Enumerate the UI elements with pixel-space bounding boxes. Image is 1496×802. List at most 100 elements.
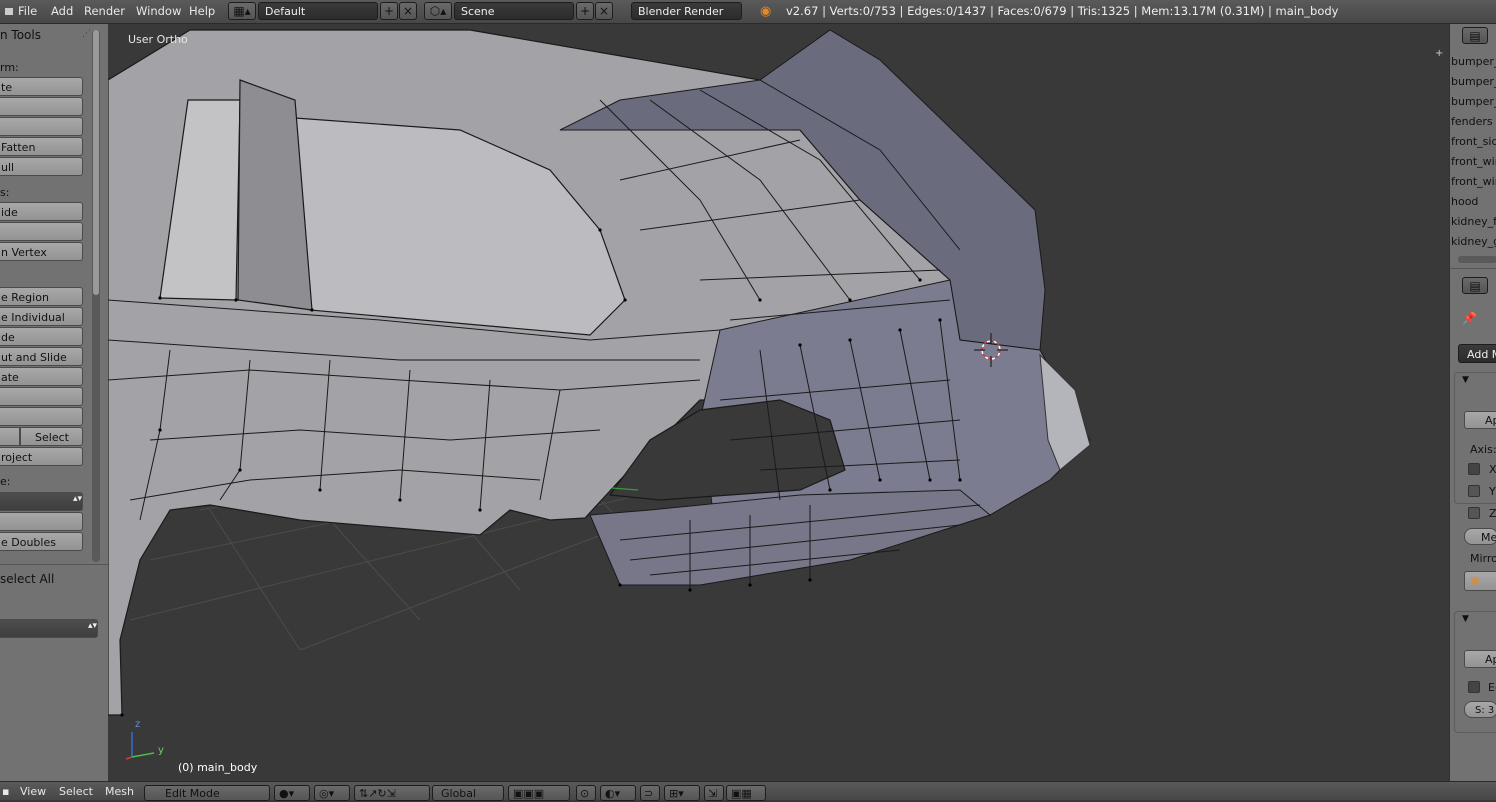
knife-project-button[interactable]: roject: [0, 447, 83, 466]
extrude-region-button[interactable]: e Region: [0, 287, 83, 306]
shrink-fatten-button[interactable]: Fatten: [0, 137, 83, 156]
smooth-vertex-button[interactable]: n Vertex: [0, 242, 83, 261]
tool-button[interactable]: te: [0, 77, 83, 96]
outliner-item[interactable]: front_win: [1451, 155, 1496, 168]
menu-view[interactable]: View: [20, 782, 46, 800]
edit-mode-label: Ec: [1488, 681, 1496, 694]
view-label: User Ortho: [128, 33, 188, 46]
properties-editor-type-icon[interactable]: ▤: [1462, 277, 1488, 294]
tool-button[interactable]: [0, 512, 83, 531]
scene-stats: v2.67 | Verts:0/753 | Edges:0/1437 | Fac…: [786, 4, 1339, 18]
tool-shelf-scrollbar-track[interactable]: [92, 30, 100, 562]
apply-button[interactable]: Ap: [1464, 411, 1496, 429]
right-panels: ▤ bumper_l bumper_r bumper_s fenders fro…: [1449, 24, 1496, 781]
axis-label: Axis:: [1470, 443, 1496, 456]
tool-button[interactable]: [0, 222, 83, 241]
pin-icon[interactable]: 📌: [1462, 311, 1477, 325]
axis-z-label: z: [135, 719, 141, 730]
editor-type-icon[interactable]: ▪: [2, 782, 9, 800]
operator-title: select All: [0, 572, 55, 586]
tool-button[interactable]: [0, 407, 83, 426]
menu-window[interactable]: Window: [136, 0, 181, 23]
menu-select[interactable]: Select: [59, 782, 93, 800]
collapse-arrow-icon[interactable]: ▼: [1462, 375, 1469, 385]
outliner-item[interactable]: bumper_s: [1451, 95, 1496, 108]
divider: [0, 564, 108, 565]
axis-y-checkbox[interactable]: [1468, 485, 1480, 497]
menu-help[interactable]: Help: [189, 0, 215, 23]
menu-mesh[interactable]: Mesh: [105, 782, 134, 800]
axis-y-label: Y: [1489, 485, 1496, 498]
dropdown-arrows-icon: ▴▾: [88, 621, 98, 631]
extrude-individual-button[interactable]: e Individual: [0, 307, 83, 326]
blender-logo-icon: ◉: [760, 4, 772, 19]
properties-toggle-icon[interactable]: +: [1435, 48, 1443, 59]
slide-button[interactable]: ide: [0, 202, 83, 221]
outliner-editor-type-icon[interactable]: ▤: [1462, 27, 1488, 44]
collapse-arrow-icon[interactable]: ▼: [1462, 614, 1469, 624]
scene-field[interactable]: Scene: [454, 2, 574, 20]
outliner-item[interactable]: front_win: [1451, 175, 1496, 188]
outliner-item[interactable]: bumper_r: [1451, 75, 1496, 88]
add-modifier-select[interactable]: Add M: [1458, 344, 1496, 363]
object-cube-icon: ▣: [1470, 574, 1481, 587]
tool-shelf-scrollbar-thumb[interactable]: [93, 30, 99, 295]
merge-field[interactable]: Me: [1464, 528, 1496, 545]
menu-file[interactable]: File: [18, 0, 37, 23]
remove-label: e:: [0, 475, 11, 488]
knife-button[interactable]: [0, 427, 20, 446]
scene-icon[interactable]: ⬡▴: [424, 2, 452, 20]
delete-select[interactable]: [0, 492, 83, 511]
remove-doubles-button[interactable]: e Doubles: [0, 532, 83, 551]
3d-viewport[interactable]: User Ortho (0) main_body z y +: [108, 24, 1449, 781]
close-layout-icon[interactable]: ×: [399, 2, 417, 20]
outliner-item[interactable]: kidney_gr: [1451, 235, 1496, 248]
outliner-scrollbar[interactable]: [1458, 256, 1496, 263]
axis-y-label: y: [158, 745, 164, 756]
panel-grip-icon[interactable]: ⋰: [82, 30, 91, 39]
dropdown-arrows-icon: ▴▾: [73, 494, 83, 504]
viewport-canvas[interactable]: [108, 24, 1449, 781]
active-object-label: (0) main_body: [178, 761, 258, 774]
mirror-object-label: Mirro: [1470, 552, 1496, 565]
knife-select-button[interactable]: Select: [20, 427, 83, 446]
editor-type-icon[interactable]: [4, 0, 14, 23]
axis-z-label: Z: [1489, 507, 1496, 520]
apply-button[interactable]: Ap: [1464, 650, 1496, 668]
deform-label: s:: [0, 186, 10, 199]
loop-cut-slide-button[interactable]: ut and Slide: [0, 347, 83, 366]
axis-x-label: X: [1489, 463, 1496, 476]
axis-x-checkbox[interactable]: [1468, 463, 1480, 475]
add-scene-icon[interactable]: +: [576, 2, 594, 20]
close-scene-icon[interactable]: ×: [595, 2, 613, 20]
properties-editor: ▤ 📌 Add M ▼ Ap Axis: X Y Z Me Mirro ▣ ▼ …: [1450, 268, 1496, 781]
menu-add[interactable]: Add: [51, 0, 73, 23]
tool-button[interactable]: [0, 97, 83, 116]
outliner-item[interactable]: front_side: [1451, 135, 1496, 148]
viewport-header: ▪ View Select Mesh Edit Mode ●▾ ◎▾ ⇅↗↻⇲ …: [0, 781, 1496, 801]
screen-layout-field[interactable]: Default: [258, 2, 378, 20]
tool-shelf: n Tools ⋰ rm: te Fatten ull s: ide n Ver…: [0, 24, 109, 781]
operator-action-select[interactable]: [0, 619, 98, 638]
push-pull-button[interactable]: ull: [0, 157, 83, 176]
outliner: ▤ bumper_l bumper_r bumper_s fenders fro…: [1450, 24, 1496, 266]
tool-button[interactable]: [0, 117, 83, 136]
subdivisions-field[interactable]: S: 3: [1464, 701, 1496, 718]
add-layout-icon[interactable]: +: [380, 2, 398, 20]
outliner-item[interactable]: bumper_l: [1451, 55, 1496, 68]
tool-shelf-title: n Tools: [0, 28, 41, 42]
menu-render[interactable]: Render: [84, 0, 125, 23]
screen-layout-icon[interactable]: ▦▴: [228, 2, 256, 20]
tool-button[interactable]: [0, 387, 83, 406]
info-header: File Add Render Window Help ▦▴ Default +…: [0, 0, 1496, 24]
outliner-item[interactable]: hood: [1451, 195, 1478, 208]
edit-mode-checkbox[interactable]: [1468, 681, 1480, 693]
subdivide-button[interactable]: de: [0, 327, 83, 346]
duplicate-button[interactable]: ate: [0, 367, 83, 386]
outliner-item[interactable]: fenders: [1451, 115, 1493, 128]
axis-gizmo-icon: [125, 732, 155, 760]
outliner-item[interactable]: kidney_fra: [1451, 215, 1496, 228]
render-engine-select[interactable]: Blender Render: [631, 2, 742, 20]
transform-label: rm:: [0, 61, 19, 74]
axis-z-checkbox[interactable]: [1468, 507, 1480, 519]
